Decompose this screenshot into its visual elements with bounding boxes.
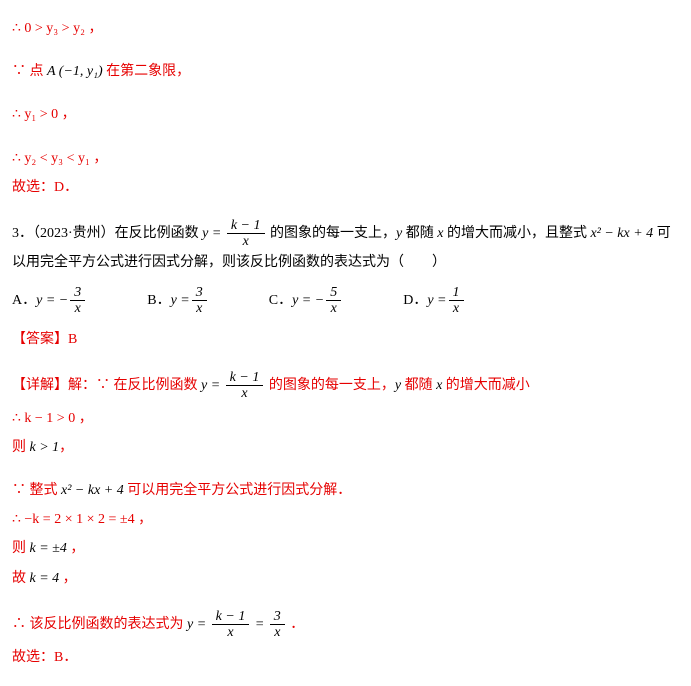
text-pre: ∵ 整式: [12, 483, 61, 498]
equals: =: [251, 617, 267, 632]
option-b: B． y = 3x: [147, 285, 209, 317]
answer-select-d: 故选：D．: [12, 175, 679, 200]
text-pre: 故: [12, 571, 30, 586]
fraction: 1x: [449, 285, 464, 317]
denominator: x: [70, 301, 85, 316]
eq-lhs: y =: [202, 226, 225, 241]
option-eq: y = −: [36, 288, 68, 313]
step-inequality-1: ∴ 0 > y₃ > y₂ ，: [12, 16, 679, 41]
text-suf: ，: [59, 440, 73, 455]
text-mid1: 的图象的每一支上，: [267, 226, 397, 241]
option-eq: y =: [427, 288, 446, 313]
denominator: x: [227, 234, 265, 249]
text-suf: 可以用完全平方公式进行因式分解．: [124, 483, 352, 498]
step-y1-positive: ∴ y₁ > 0 ，: [12, 102, 679, 127]
text-suffix: 在第二象限，: [103, 64, 191, 79]
eq-lhs: y =: [187, 617, 210, 632]
answer-options: A． y = − 3x B． y = 3x C． y = − 5x D． y =…: [12, 285, 679, 317]
question-3: 3．（2023·贵州）在反比例函数 y = k − 1x 的图象的每一支上，y …: [12, 218, 679, 275]
math: k = 4: [30, 571, 60, 586]
point-a: A (−1, y₁): [47, 64, 103, 79]
step-polynomial: ∵ 整式 x² − kx + 4 可以用完全平方公式进行因式分解．: [12, 478, 679, 503]
step-neg-k: ∴ −k = 2 × 1 × 2 = ±4 ，: [12, 507, 679, 532]
fraction-k1x: k − 1x: [226, 370, 264, 402]
step-k-4: 故 k = 4 ，: [12, 566, 679, 591]
question-number: 3．（2023·贵州）在反比例函数: [12, 226, 202, 241]
step-k-minus-1: ∴ k − 1 > 0 ，: [12, 406, 679, 431]
fraction: 3x: [192, 285, 207, 317]
step-final-inequality: ∴ y₂ < y₃ < y₁ ，: [12, 146, 679, 171]
numerator: 3: [192, 285, 207, 301]
text-mid3: 的增大而减小，且整式: [443, 226, 590, 241]
option-label: D．: [403, 288, 427, 313]
fraction-1: k − 1x: [212, 609, 250, 641]
text-mid2: 都随: [402, 226, 437, 241]
text-suf: ．: [287, 617, 305, 632]
text-mid1: 的图象的每一支上，: [265, 378, 395, 393]
text-mid2: 都随: [401, 378, 436, 393]
fraction-2: 3x: [270, 609, 285, 641]
numerator: 3: [70, 285, 85, 301]
fraction: 3x: [70, 285, 85, 317]
numerator: 3: [270, 609, 285, 625]
polynomial: x² − kx + 4: [590, 226, 653, 241]
text-pre: 则: [12, 440, 30, 455]
option-a: A． y = − 3x: [12, 285, 87, 317]
polynomial: x² − kx + 4: [61, 483, 124, 498]
detail-start: 【详解】解：∵ 在反比例函数 y = k − 1x 的图象的每一支上，y 都随 …: [12, 370, 679, 402]
step-k-pm4: 则 k = ±4 ，: [12, 536, 679, 561]
math: k = ±4: [30, 541, 67, 556]
numerator: k − 1: [226, 370, 264, 386]
numerator: k − 1: [227, 218, 265, 234]
denominator: x: [192, 301, 207, 316]
option-label: A．: [12, 288, 36, 313]
text-suf: ，: [67, 541, 85, 556]
math: k > 1: [30, 440, 60, 455]
text-mid3: 的增大而减小: [442, 378, 530, 393]
step-final-expression: ∴ 该反比例函数的表达式为 y = k − 1x = 3x ．: [12, 609, 679, 641]
fraction: 5x: [326, 285, 341, 317]
step-point-quadrant: ∵ 点 A (−1, y₁) 在第二象限，: [12, 59, 679, 84]
numerator: 5: [326, 285, 341, 301]
text-prefix: ∵ 点: [12, 64, 47, 79]
text-pre: 则: [12, 541, 30, 556]
denominator: x: [270, 625, 285, 640]
option-c: C． y = − 5x: [269, 285, 343, 317]
answer-select-b: 故选：B．: [12, 645, 679, 670]
answer-b: 【答案】B: [12, 327, 679, 352]
numerator: 1: [449, 285, 464, 301]
step-k-gt-1: 则 k > 1，: [12, 435, 679, 460]
denominator: x: [449, 301, 464, 316]
fraction-k1x: k − 1x: [227, 218, 265, 250]
denominator: x: [212, 625, 250, 640]
option-eq: y =: [171, 288, 190, 313]
denominator: x: [326, 301, 341, 316]
option-eq: y = −: [292, 288, 324, 313]
denominator: x: [226, 386, 264, 401]
detail-prefix: 【详解】解：∵ 在反比例函数: [12, 378, 201, 393]
numerator: k − 1: [212, 609, 250, 625]
option-d: D． y = 1x: [403, 285, 465, 317]
option-label: C．: [269, 288, 292, 313]
option-label: B．: [147, 288, 170, 313]
eq-lhs: y =: [201, 378, 224, 393]
text-suf: ，: [59, 571, 77, 586]
text-pre: ∴ 该反比例函数的表达式为: [12, 617, 187, 632]
